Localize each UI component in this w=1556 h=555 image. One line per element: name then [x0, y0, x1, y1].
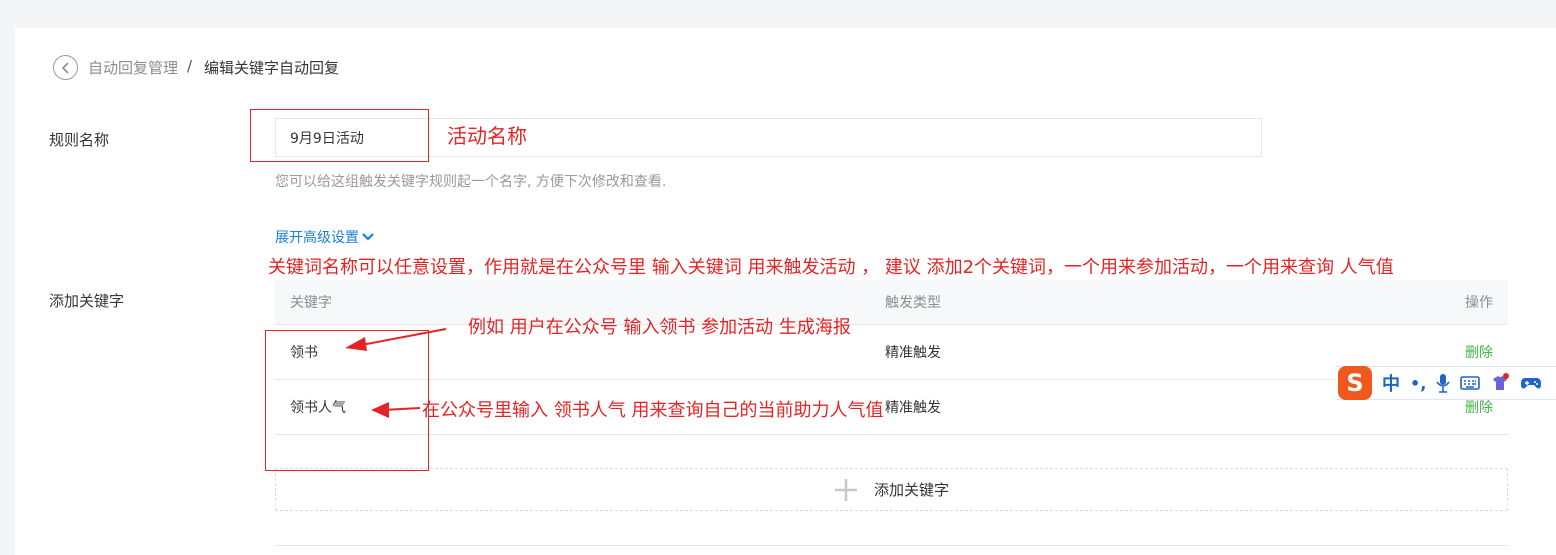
- skin-icon[interactable]: [1490, 373, 1510, 393]
- ime-mode-toggle[interactable]: 中: [1382, 370, 1400, 396]
- arrow-icon: [345, 328, 447, 351]
- ime-toolbar: S 中 •,: [1336, 366, 1556, 400]
- ime-logo[interactable]: S: [1338, 366, 1372, 400]
- gamepad-icon[interactable]: [1520, 375, 1542, 391]
- microphone-icon[interactable]: [1436, 373, 1450, 393]
- ime-punctuation-toggle[interactable]: •,: [1410, 374, 1426, 393]
- keyboard-icon[interactable]: [1460, 375, 1481, 391]
- arrow-icon: [371, 402, 421, 418]
- annotation-arrows: [345, 328, 447, 418]
